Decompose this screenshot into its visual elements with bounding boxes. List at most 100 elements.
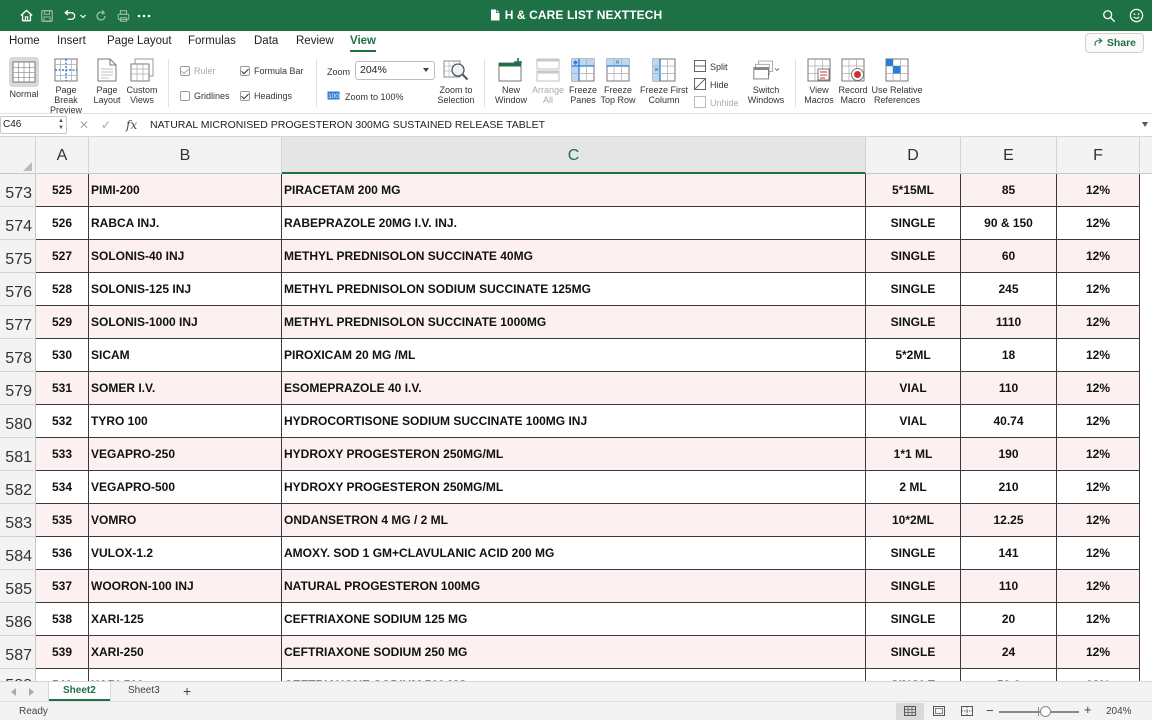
home-icon[interactable] <box>17 5 35 26</box>
arrange-all-button[interactable]: Arrange All <box>530 57 566 105</box>
cancel-icon[interactable]: ✕ <box>79 119 89 131</box>
view-macros-button[interactable]: View Macros <box>803 57 835 105</box>
save-icon[interactable] <box>38 5 56 26</box>
cell-serial[interactable]: 535 <box>36 504 89 537</box>
cell-pack[interactable]: SINGLE <box>866 570 961 603</box>
cell-gst[interactable]: 12% <box>1057 174 1140 207</box>
row-header[interactable]: 574 <box>0 207 36 240</box>
undo-icon[interactable] <box>60 5 78 26</box>
tab-view[interactable]: View <box>350 35 376 52</box>
cell-brand[interactable]: SOMER I.V. <box>89 372 282 405</box>
cell-price[interactable]: 210 <box>961 471 1057 504</box>
cell-composition[interactable]: HYDROXY PROGESTERON 250MG/ML <box>282 471 866 504</box>
cell-pack[interactable]: SINGLE <box>866 636 961 669</box>
split-button[interactable]: Split <box>694 60 728 74</box>
cell-price[interactable]: 50.6 <box>961 669 1057 681</box>
cell-composition[interactable]: AMOXY. SOD 1 GM+CLAVULANIC ACID 200 MG <box>282 537 866 570</box>
hide-button[interactable]: Hide <box>694 78 729 92</box>
undo-dropdown-icon[interactable] <box>78 5 88 26</box>
cell-pack[interactable]: 1*1 ML <box>866 438 961 471</box>
tab-insert[interactable]: Insert <box>57 35 86 47</box>
cell-pack[interactable]: SINGLE <box>866 240 961 273</box>
cell-composition[interactable]: HYDROXY PROGESTERON 250MG/ML <box>282 438 866 471</box>
row-header[interactable]: 579 <box>0 372 36 405</box>
cell-brand[interactable]: VEGAPRO-500 <box>89 471 282 504</box>
cell-gst[interactable]: 12% <box>1057 405 1140 438</box>
row-header[interactable]: 586 <box>0 603 36 636</box>
cell-serial[interactable]: 527 <box>36 240 89 273</box>
tab-data[interactable]: Data <box>254 35 278 47</box>
cell-brand[interactable]: SICAM <box>89 339 282 372</box>
expand-formula-bar-icon[interactable] <box>1142 122 1148 127</box>
cell-gst[interactable]: 12% <box>1057 603 1140 636</box>
cell-price[interactable]: 24 <box>961 636 1057 669</box>
cell-pack[interactable]: SINGLE <box>866 669 961 681</box>
normal-view-button[interactable]: Normal <box>8 57 40 99</box>
tab-home[interactable]: Home <box>9 35 40 47</box>
formula-input[interactable]: NATURAL MICRONISED PROGESTERON 300MG SUS… <box>150 119 545 131</box>
cell-price[interactable]: 110 <box>961 570 1057 603</box>
cell-brand[interactable]: WOORON-100 INJ <box>89 570 282 603</box>
cell-composition[interactable]: NATURAL PROGESTERON 100MG <box>282 570 866 603</box>
cell-serial[interactable]: 525 <box>36 174 89 207</box>
zoom-out-button[interactable]: − <box>986 704 994 718</box>
cell-serial[interactable]: 534 <box>36 471 89 504</box>
cell-composition[interactable]: HYDROCORTISONE SODIUM SUCCINATE 100MG IN… <box>282 405 866 438</box>
cell-gst[interactable]: 12% <box>1057 240 1140 273</box>
cell-brand[interactable]: VEGAPRO-250 <box>89 438 282 471</box>
cell-composition[interactable]: METHYL PREDNISOLON SODIUM SUCCINATE 125M… <box>282 273 866 306</box>
cell-brand[interactable]: VOMRO <box>89 504 282 537</box>
cell-serial[interactable]: 538 <box>36 603 89 636</box>
cell-pack[interactable]: 2 ML <box>866 471 961 504</box>
cell-pack[interactable]: 5*2ML <box>866 339 961 372</box>
row-header[interactable]: 587 <box>0 636 36 669</box>
name-box-stepper-icon[interactable]: ▲ ▼ <box>58 118 64 132</box>
cell-price[interactable]: 190 <box>961 438 1057 471</box>
cell-brand[interactable]: SOLONIS-40 INJ <box>89 240 282 273</box>
column-header-c[interactable]: C <box>282 137 866 174</box>
page-layout-status-button[interactable] <box>925 703 953 720</box>
cell-brand[interactable]: XARI-250 <box>89 636 282 669</box>
cell-price[interactable]: 60 <box>961 240 1057 273</box>
freeze-panes-button[interactable]: Freeze Panes <box>567 57 599 105</box>
row-header[interactable]: 580 <box>0 405 36 438</box>
page-break-status-button[interactable] <box>953 703 981 720</box>
cell-price[interactable]: 40.74 <box>961 405 1057 438</box>
page-break-preview-button[interactable]: Page Break Preview <box>43 57 89 115</box>
zoom-percentage[interactable]: 204% <box>1106 706 1132 717</box>
row-header[interactable]: 581 <box>0 438 36 471</box>
cell-price[interactable]: 1110 <box>961 306 1057 339</box>
tab-review[interactable]: Review <box>296 35 334 47</box>
sheet-tab-sheet2[interactable]: Sheet2 <box>49 682 110 701</box>
print-icon[interactable] <box>114 5 132 26</box>
new-window-button[interactable]: New Window <box>494 57 528 105</box>
unhide-button[interactable]: Unhide <box>694 96 739 110</box>
cell-gst[interactable]: 12% <box>1057 438 1140 471</box>
cell-serial[interactable]: 537 <box>36 570 89 603</box>
cell-composition[interactable]: CEFTRIAXONE SODIUM 125 MG <box>282 603 866 636</box>
row-header[interactable]: 583 <box>0 504 36 537</box>
cell-pack[interactable]: VIAL <box>866 405 961 438</box>
use-relative-references-button[interactable]: Use Relative References <box>871 57 923 105</box>
cell-pack[interactable]: SINGLE <box>866 603 961 636</box>
select-all-button[interactable] <box>0 137 36 174</box>
switch-windows-button[interactable]: Switch Windows <box>745 57 787 105</box>
row-header[interactable]: 588 <box>0 669 36 681</box>
cell-composition[interactable]: CEFTRIAXONE SODIUM 250 MG <box>282 636 866 669</box>
cell-composition[interactable]: RABEPRAZOLE 20MG I.V. INJ. <box>282 207 866 240</box>
name-box[interactable]: C46 ▲ ▼ <box>0 116 67 134</box>
tab-formulas[interactable]: Formulas <box>188 35 236 47</box>
row-header[interactable]: 573 <box>0 174 36 207</box>
cell-price[interactable]: 245 <box>961 273 1057 306</box>
cell-composition[interactable]: METHYL PREDNISOLON SUCCINATE 1000MG <box>282 306 866 339</box>
feedback-smiley-icon[interactable] <box>1127 5 1145 26</box>
cell-pack[interactable]: SINGLE <box>866 207 961 240</box>
enter-checkmark-icon[interactable]: ✓ <box>101 119 111 131</box>
cell-price[interactable]: 141 <box>961 537 1057 570</box>
cell-gst[interactable]: 12% <box>1057 669 1140 681</box>
cell-gst[interactable]: 12% <box>1057 306 1140 339</box>
cell-serial[interactable]: 540 <box>36 669 89 681</box>
column-header-f[interactable]: F <box>1057 137 1140 174</box>
cell-gst[interactable]: 12% <box>1057 570 1140 603</box>
sheet-tab-sheet3[interactable]: Sheet3 <box>114 682 174 701</box>
